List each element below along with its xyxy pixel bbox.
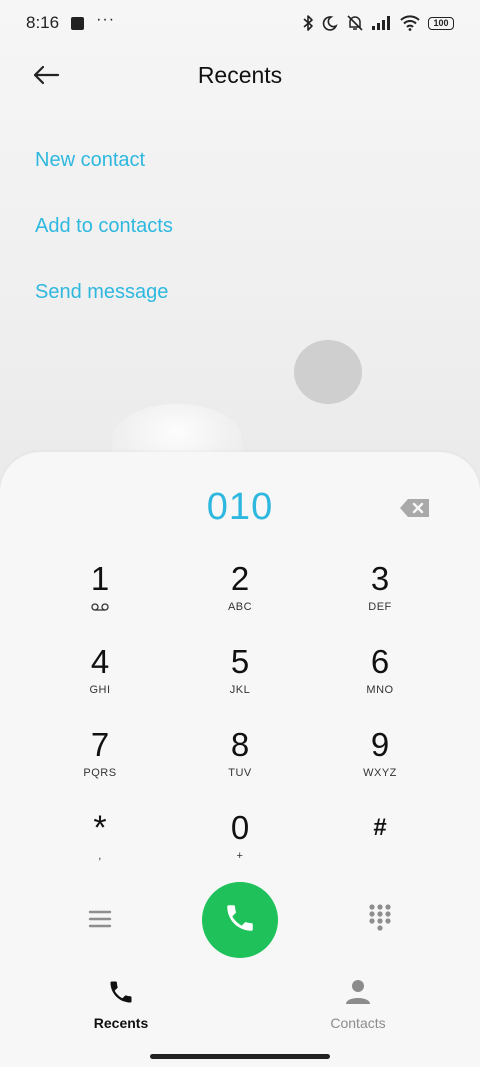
key-letters: GHI [89, 684, 111, 696]
key-digit: * [93, 809, 107, 847]
dialpad-icon [366, 904, 394, 938]
notification-app-icon [71, 16, 85, 30]
key-0[interactable]: 0 + [170, 805, 310, 888]
new-contact-link[interactable]: New contact [35, 138, 173, 204]
key-letters: JKL [229, 684, 251, 696]
number-actions: New contact Add to contacts Send message [35, 138, 173, 336]
muted-bell-icon [346, 14, 364, 32]
status-time: 8:16 [26, 13, 60, 32]
tab-contacts[interactable]: Contacts [298, 978, 418, 1031]
tab-recents-label: Recents [93, 1015, 149, 1031]
menu-button[interactable] [84, 904, 116, 934]
tab-contacts-label: Contacts [330, 1015, 386, 1031]
key-8[interactable]: 8 TUV [170, 722, 310, 805]
key-5[interactable]: 5 JKL [170, 639, 310, 722]
home-indicator[interactable] [150, 1054, 330, 1059]
key-letters: , [98, 850, 102, 862]
do-not-disturb-moon-icon [322, 15, 338, 31]
backspace-icon [398, 499, 432, 524]
keypad: 1 2 ABC 3 DEF 4 GHI 5 JKL 6 MNO 7 PQRS 8… [30, 556, 450, 888]
status-right: 100 [302, 14, 454, 32]
more-notifications-icon: ··· [96, 11, 116, 28]
status-left: 8:16 ··· [26, 11, 116, 33]
key-digit: 7 [90, 726, 110, 763]
call-button[interactable] [202, 882, 278, 958]
phone-icon [107, 978, 135, 1011]
call-row [0, 882, 480, 962]
key-digit: 5 [230, 643, 250, 680]
key-letters: DEF [368, 601, 392, 613]
key-digit: 2 [230, 560, 250, 597]
key-1[interactable]: 1 [30, 556, 170, 639]
key-digit: 9 [370, 726, 390, 763]
key-letters: + [236, 850, 244, 862]
key-2[interactable]: 2 ABC [170, 556, 310, 639]
key-digit: 3 [370, 560, 390, 597]
key-letters: TUV [228, 767, 252, 779]
key-digit: # [373, 814, 387, 841]
header: Recents [0, 50, 480, 104]
dialer-panel: 010 1 2 ABC 3 DEF 4 GHI 5 JKL 6 MNO 7 PQ… [0, 452, 480, 1067]
page-title: Recents [197, 62, 283, 88]
key-digit: 0 [230, 809, 250, 846]
bluetooth-icon [302, 14, 314, 32]
key-7[interactable]: 7 PQRS [30, 722, 170, 805]
key-digit: 6 [370, 643, 390, 680]
key-letters: ABC [227, 601, 253, 613]
dialpad-toggle-button[interactable] [366, 902, 394, 934]
key-star[interactable]: * , [30, 805, 170, 888]
key-3[interactable]: 3 DEF [310, 556, 450, 639]
key-letters: PQRS [83, 767, 117, 779]
signal-strength-icon [372, 16, 392, 30]
key-hash[interactable]: # [310, 805, 450, 888]
send-message-link[interactable]: Send message [35, 270, 173, 336]
bottom-navigation: Recents Contacts [0, 978, 480, 1034]
background-sun [294, 340, 362, 404]
wifi-icon [400, 15, 420, 31]
battery-indicator: 100 [428, 16, 454, 30]
key-digit: 4 [90, 643, 110, 680]
backspace-button[interactable] [398, 496, 432, 520]
person-icon [344, 978, 372, 1011]
tab-recents[interactable]: Recents [61, 978, 181, 1031]
menu-icon [84, 910, 116, 938]
status-bar: 8:16 ··· 100 [0, 0, 480, 46]
key-digit: 1 [90, 560, 110, 597]
key-letters: WXYZ [363, 767, 397, 779]
key-letters: MNO [366, 684, 394, 696]
key-9[interactable]: 9 WXYZ [310, 722, 450, 805]
key-6[interactable]: 6 MNO [310, 639, 450, 722]
key-4[interactable]: 4 GHI [30, 639, 170, 722]
key-digit: 8 [230, 726, 250, 763]
phone-icon [223, 901, 257, 940]
add-to-contacts-link[interactable]: Add to contacts [35, 204, 173, 270]
dialer-screen: 8:16 ··· 100 Recents New contact Add to … [0, 0, 480, 1067]
voicemail-icon [91, 602, 109, 612]
